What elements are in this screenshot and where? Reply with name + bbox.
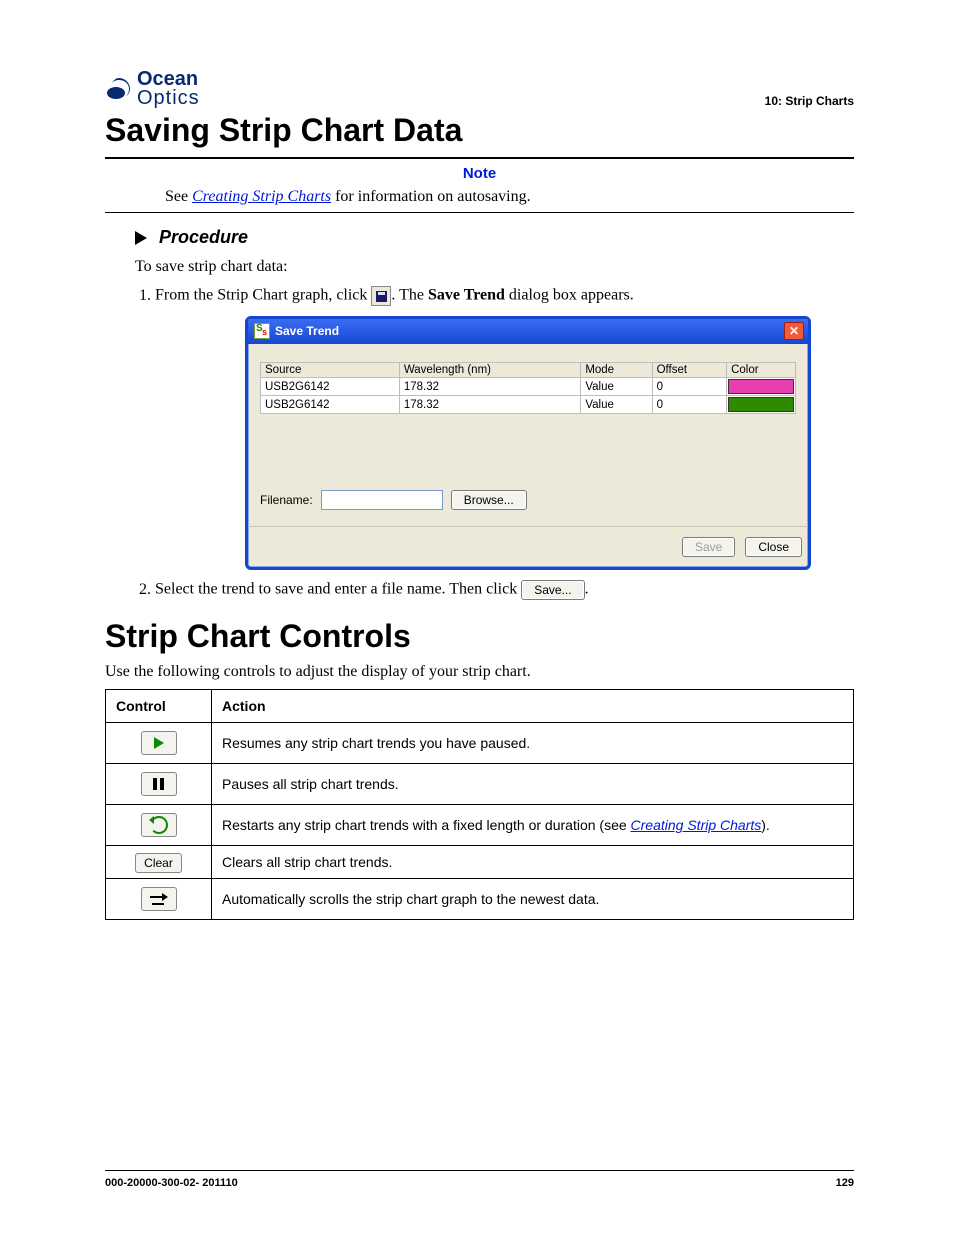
page-title: Saving Strip Chart Data xyxy=(105,112,854,149)
filename-input[interactable] xyxy=(321,490,443,510)
table-row: USB2G6142 178.32 Value 0 xyxy=(261,378,796,396)
step-2: Select the trend to save and enter a fil… xyxy=(155,580,854,600)
col-wavelength[interactable]: Wavelength (nm) xyxy=(399,363,580,378)
step2-post: . xyxy=(585,581,589,598)
table-row: Pauses all strip chart trends. xyxy=(106,764,854,805)
step1-post: dialog box appears. xyxy=(505,287,634,304)
pause-button[interactable] xyxy=(141,772,177,796)
col-mode[interactable]: Mode xyxy=(581,363,652,378)
section-title: Strip Chart Controls xyxy=(105,618,854,655)
play-button[interactable] xyxy=(141,731,177,755)
save-icon xyxy=(371,286,391,306)
logo-line2: Optics xyxy=(137,89,200,108)
col-source[interactable]: Source xyxy=(261,363,400,378)
note-body: See Creating Strip Charts for informatio… xyxy=(165,188,824,206)
chapter-label: 10: Strip Charts xyxy=(765,94,854,108)
row-text: Restarts any strip chart trends with a f… xyxy=(212,805,854,846)
autoscroll-button[interactable] xyxy=(141,887,177,911)
col-action: Action xyxy=(212,690,854,723)
col-control: Control xyxy=(106,690,212,723)
divider xyxy=(105,157,854,159)
page-number: 129 xyxy=(836,1177,854,1189)
controls-table: Control Action Resumes any strip chart t… xyxy=(105,689,854,920)
pause-icon xyxy=(153,778,164,790)
arrow-right-icon xyxy=(150,893,168,905)
save-inline-button[interactable]: Save... xyxy=(521,580,584,600)
step2-pre: Select the trend to save and enter a fil… xyxy=(155,581,521,598)
table-row: Clear Clears all strip chart trends. xyxy=(106,846,854,879)
creating-strip-charts-link[interactable]: Creating Strip Charts xyxy=(631,817,762,833)
step-1: From the Strip Chart graph, click . The … xyxy=(155,286,854,570)
step1-mid: . The xyxy=(391,287,428,304)
clear-button[interactable]: Clear xyxy=(135,853,182,873)
save-button[interactable]: Save xyxy=(682,537,735,557)
trend-table[interactable]: Source Wavelength (nm) Mode Offset Color… xyxy=(260,362,796,414)
triangle-right-icon xyxy=(135,231,147,245)
step1-pre: From the Strip Chart graph, click xyxy=(155,287,371,304)
col-color[interactable]: Color xyxy=(727,363,796,378)
creating-strip-charts-link[interactable]: Creating Strip Charts xyxy=(192,188,331,205)
doc-number: 000-20000-300-02- 201110 xyxy=(105,1177,238,1189)
logo-mark-icon xyxy=(105,75,133,103)
divider xyxy=(105,212,854,213)
table-row: USB2G6142 178.32 Value 0 xyxy=(261,396,796,414)
filename-label: Filename: xyxy=(260,493,313,507)
color-swatch xyxy=(728,379,794,394)
procedure-intro: To save strip chart data: xyxy=(135,258,854,276)
restart-button[interactable] xyxy=(141,813,177,837)
reload-icon xyxy=(150,816,168,834)
play-icon xyxy=(154,737,164,749)
brand-logo: Ocean Optics xyxy=(105,70,200,108)
close-button[interactable]: ✕ xyxy=(784,322,804,340)
col-offset[interactable]: Offset xyxy=(652,363,726,378)
save-trend-dialog: Save Trend ✕ Source Wavelength (nm) Mode… xyxy=(245,316,811,570)
row-text: Pauses all strip chart trends. xyxy=(212,764,854,805)
table-row: Automatically scrolls the strip chart gr… xyxy=(106,879,854,920)
row-text: Automatically scrolls the strip chart gr… xyxy=(212,879,854,920)
controls-intro: Use the following controls to adjust the… xyxy=(105,663,854,681)
app-icon xyxy=(254,323,270,339)
table-row: Resumes any strip chart trends you have … xyxy=(106,723,854,764)
note-prefix: See xyxy=(165,188,192,205)
procedure-heading: Procedure xyxy=(159,227,248,248)
browse-button[interactable]: Browse... xyxy=(451,490,527,510)
color-swatch xyxy=(728,397,794,412)
close-button[interactable]: Close xyxy=(745,537,802,557)
table-row: Restarts any strip chart trends with a f… xyxy=(106,805,854,846)
row-text: Clears all strip chart trends. xyxy=(212,846,854,879)
row-text: Resumes any strip chart trends you have … xyxy=(212,723,854,764)
step1-bold: Save Trend xyxy=(428,287,505,304)
note-suffix: for information on autosaving. xyxy=(331,188,531,205)
note-heading: Note xyxy=(105,165,854,182)
dialog-title: Save Trend xyxy=(275,324,339,338)
